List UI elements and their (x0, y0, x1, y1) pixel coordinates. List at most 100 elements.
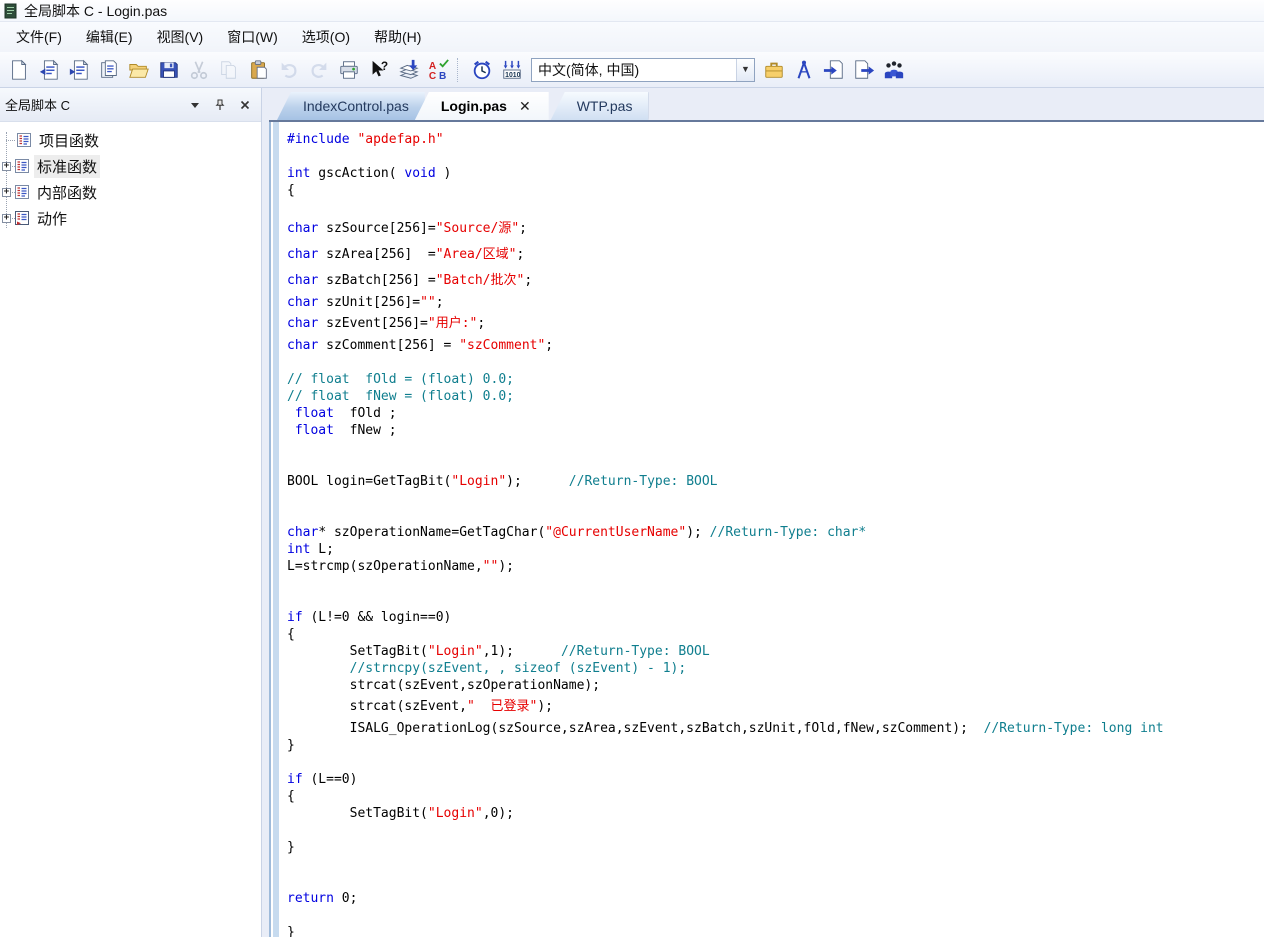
panel-title: 全局脚本 C (0, 95, 186, 114)
expand-plus-icon[interactable]: + (2, 162, 11, 171)
panel-header: 全局脚本 C (0, 88, 261, 122)
toolbox-icon[interactable] (760, 56, 788, 84)
code-line: // float fNew = (float) 0.0; (287, 388, 1260, 405)
code-line: if (L!=0 && login==0) (287, 609, 1260, 626)
runtime-clock-icon[interactable] (468, 56, 496, 84)
tab-indexcontrol[interactable]: IndexControl.pas (277, 92, 425, 120)
code-line: #include "apdefap.h" (287, 131, 1260, 148)
code-line: } (287, 924, 1260, 937)
sidebar-item-standard-functions[interactable]: + 标准函数 (0, 153, 261, 179)
code-line: { (287, 182, 1260, 199)
code-line (287, 354, 1260, 371)
code-line: BOOL login=GetTagBit("Login"); //Return-… (287, 473, 1260, 490)
new-action-icon[interactable] (35, 56, 63, 84)
panel-pin-icon[interactable] (211, 96, 229, 114)
sidebar-item-label: 标准函数 (34, 155, 100, 178)
sidebar-item-label: 项目函数 (36, 129, 102, 152)
code-line: char szArea[256] ="Area/区域"; (287, 242, 1260, 268)
context-help-icon[interactable]: ? (365, 56, 393, 84)
sidebar-item-actions[interactable]: + 动作 (0, 205, 261, 231)
expand-plus-icon[interactable]: + (2, 188, 11, 197)
tab-close-icon[interactable]: ✕ (517, 98, 533, 115)
sidebar-item-project-functions[interactable]: 项目函数 (0, 127, 261, 153)
sidebar-item-label: 内部函数 (34, 181, 100, 204)
menu-item-options[interactable]: 选项(O) (290, 23, 362, 51)
print-icon[interactable] (335, 56, 363, 84)
menu-item-window[interactable]: 窗口(W) (215, 23, 290, 51)
io-bits-icon[interactable]: 1010 (498, 56, 526, 84)
expand-plus-icon[interactable]: + (2, 214, 11, 223)
script-icon (16, 132, 32, 148)
toolbar-separator (457, 58, 464, 82)
code-editor[interactable]: #include "apdefap.h" int gscAction( void… (279, 122, 1264, 937)
app-icon (3, 3, 19, 19)
panel-menu-chevron-down-icon[interactable] (186, 96, 204, 114)
tab-label: IndexControl.pas (303, 98, 409, 114)
menu-item-help[interactable]: 帮助(H) (362, 23, 433, 51)
menu-bar: 文件(F)编辑(E)视图(V)窗口(W)选项(O)帮助(H) (0, 22, 1264, 52)
code-line: { (287, 788, 1260, 805)
copy-icon (215, 56, 243, 84)
code-line (287, 822, 1260, 839)
tab-wtp[interactable]: WTP.pas (551, 92, 649, 120)
tools-icon[interactable] (790, 56, 818, 84)
function-tree-panel: 全局脚本 C 项目函数 + 标准函数 + 内部函数 + 动作 (0, 88, 262, 937)
import-icon[interactable] (820, 56, 848, 84)
redo-icon (305, 56, 333, 84)
code-line (287, 490, 1260, 507)
new-file-icon[interactable] (5, 56, 33, 84)
export-icon[interactable] (850, 56, 878, 84)
action-icon (14, 210, 30, 226)
code-line (287, 754, 1260, 771)
sidebar-item-label: 动作 (34, 207, 70, 230)
function-tree: 项目函数 + 标准函数 + 内部函数 + 动作 (0, 122, 261, 937)
code-line: } (287, 839, 1260, 856)
code-line (287, 592, 1260, 609)
document-tab-bar: IndexControl.pas Login.pas✕ WTP.pas (269, 88, 1264, 122)
open-action-icon[interactable] (65, 56, 93, 84)
language-select[interactable]: 中文(简体, 中国)▼ (531, 58, 755, 82)
code-line: float fNew ; (287, 422, 1260, 439)
code-line (287, 873, 1260, 890)
sidebar-item-internal-functions[interactable]: + 内部函数 (0, 179, 261, 205)
undo-icon (275, 56, 303, 84)
panel-close-icon[interactable] (236, 96, 254, 114)
window-title: 全局脚本 C - Login.pas (24, 1, 167, 21)
compile-icon[interactable] (395, 56, 423, 84)
code-line: strcat(szEvent," 已登录"); (287, 694, 1260, 720)
panel-splitter[interactable] (262, 88, 269, 937)
title-bar: 全局脚本 C - Login.pas (0, 0, 1264, 22)
code-line (287, 856, 1260, 873)
syntax-check-icon[interactable]: ACB (425, 56, 453, 84)
code-line: char szEvent[256]="用户:"; (287, 311, 1260, 337)
code-line: SetTagBit("Login",1); //Return-Type: BOO… (287, 643, 1260, 660)
menu-item-view[interactable]: 视图(V) (145, 23, 216, 51)
code-line (287, 199, 1260, 216)
code-line: { (287, 626, 1260, 643)
menu-item-edit[interactable]: 编辑(E) (74, 23, 145, 51)
users-icon[interactable] (880, 56, 908, 84)
svg-text:C: C (429, 71, 436, 81)
application-window: 全局脚本 C - Login.pas 文件(F)编辑(E)视图(V)窗口(W)选… (0, 0, 1264, 937)
code-line (287, 507, 1260, 524)
code-line: float fOld ; (287, 405, 1260, 422)
toolbar: ?ACB1010中文(简体, 中国)▼ (0, 52, 1264, 88)
code-line: // float fOld = (float) 0.0; (287, 371, 1260, 388)
language-select-chevron-down-icon[interactable]: ▼ (736, 59, 754, 81)
menu-item-file[interactable]: 文件(F) (4, 23, 74, 51)
save-icon[interactable] (155, 56, 183, 84)
code-line: int gscAction( void ) (287, 165, 1260, 182)
tab-label: WTP.pas (577, 98, 633, 114)
cut-icon (185, 56, 213, 84)
open-folder-icon[interactable] (125, 56, 153, 84)
code-line: char szBatch[256] ="Batch/批次"; (287, 268, 1260, 294)
code-line: char szComment[256] = "szComment"; (287, 337, 1260, 354)
code-line: char szSource[256]="Source/源"; (287, 216, 1260, 242)
code-line: char* szOperationName=GetTagChar("@Curre… (287, 524, 1260, 541)
code-line: char szUnit[256]=""; (287, 294, 1260, 311)
code-line: int L; (287, 541, 1260, 558)
tab-login[interactable]: Login.pas✕ (415, 92, 549, 120)
view-source-icon[interactable] (95, 56, 123, 84)
language-select-value: 中文(简体, 中国) (532, 60, 736, 80)
paste-icon[interactable] (245, 56, 273, 84)
